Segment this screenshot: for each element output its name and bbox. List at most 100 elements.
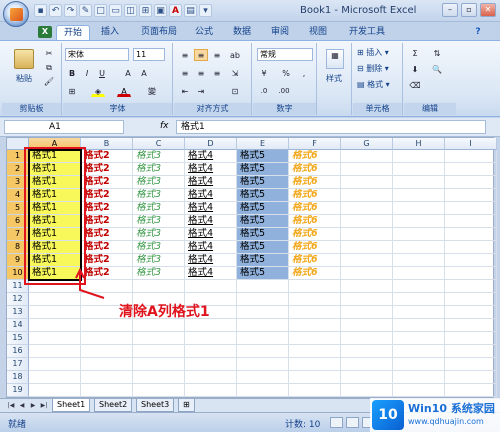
- align-center-icon[interactable]: ≡: [194, 67, 208, 79]
- first-sheet-icon[interactable]: |◀: [6, 401, 16, 410]
- cell-g2[interactable]: [341, 163, 393, 176]
- increase-indent-icon[interactable]: ⇥: [194, 85, 208, 97]
- cell-d9[interactable]: 格式4: [185, 254, 237, 267]
- cell-f6[interactable]: 格式6: [289, 215, 341, 228]
- cell-i17[interactable]: [445, 358, 497, 371]
- align-left-icon[interactable]: ≡: [178, 67, 192, 79]
- cell-g10[interactable]: [341, 267, 393, 280]
- autosum-icon[interactable]: Σ: [408, 47, 422, 59]
- cell-b18[interactable]: [81, 371, 133, 384]
- cell-c18[interactable]: [133, 371, 185, 384]
- cell-d7[interactable]: 格式4: [185, 228, 237, 241]
- sheet-tab-1[interactable]: Sheet1: [52, 399, 91, 412]
- cell-a18[interactable]: [29, 371, 81, 384]
- page-layout-view-icon[interactable]: [346, 417, 359, 428]
- paste-icon[interactable]: [14, 49, 34, 69]
- formula-input[interactable]: 格式1: [176, 120, 486, 134]
- row-header-17[interactable]: 17: [7, 358, 29, 371]
- cell-e17[interactable]: [237, 358, 289, 371]
- cell-c10[interactable]: 格式3: [133, 267, 185, 280]
- row-header-13[interactable]: 13: [7, 306, 29, 319]
- cell-d4[interactable]: 格式4: [185, 189, 237, 202]
- cell-i13[interactable]: [445, 306, 497, 319]
- cell-c4[interactable]: 格式3: [133, 189, 185, 202]
- cell-d2[interactable]: 格式4: [185, 163, 237, 176]
- column-header-h[interactable]: H: [393, 138, 445, 150]
- row-header-18[interactable]: 18: [7, 371, 29, 384]
- column-header-f[interactable]: F: [289, 138, 341, 150]
- cell-g3[interactable]: [341, 176, 393, 189]
- row-header-19[interactable]: 19: [7, 384, 29, 397]
- cell-b15[interactable]: [81, 332, 133, 345]
- tab-data[interactable]: 数据: [228, 25, 256, 41]
- bold-icon[interactable]: B: [65, 67, 79, 79]
- cell-g9[interactable]: [341, 254, 393, 267]
- cell-f15[interactable]: [289, 332, 341, 345]
- find-icon[interactable]: 🔍: [430, 63, 444, 75]
- close-button[interactable]: ✕: [480, 3, 496, 17]
- cell-g15[interactable]: [341, 332, 393, 345]
- cell-e12[interactable]: [237, 293, 289, 306]
- cell-g19[interactable]: [341, 384, 393, 397]
- next-sheet-icon[interactable]: ▶: [28, 401, 38, 410]
- cell-i1[interactable]: [445, 150, 497, 163]
- cell-b19[interactable]: [81, 384, 133, 397]
- cell-e5[interactable]: 格式5: [237, 202, 289, 215]
- cell-h18[interactable]: [393, 371, 445, 384]
- customize-qat-icon[interactable]: ▾: [199, 4, 212, 17]
- cell-h19[interactable]: [393, 384, 445, 397]
- phonetic-icon[interactable]: 變: [145, 85, 159, 97]
- cell-c15[interactable]: [133, 332, 185, 345]
- column-header-d[interactable]: D: [185, 138, 237, 150]
- align-top-icon[interactable]: ≡: [178, 49, 192, 61]
- cell-d5[interactable]: 格式4: [185, 202, 237, 215]
- cell-i15[interactable]: [445, 332, 497, 345]
- row-header-12[interactable]: 12: [7, 293, 29, 306]
- currency-icon[interactable]: ¥: [257, 67, 271, 79]
- last-sheet-icon[interactable]: ▶|: [39, 401, 49, 410]
- cell-d17[interactable]: [185, 358, 237, 371]
- draw-icon[interactable]: ✎: [79, 4, 92, 17]
- cell-i4[interactable]: [445, 189, 497, 202]
- cell-f11[interactable]: [289, 280, 341, 293]
- cell-e1[interactable]: 格式5: [237, 150, 289, 163]
- underline-icon[interactable]: U: [95, 67, 109, 79]
- tab-insert[interactable]: 插入: [96, 25, 124, 41]
- cell-c8[interactable]: 格式3: [133, 241, 185, 254]
- cell-e10[interactable]: 格式5: [237, 267, 289, 280]
- cell-h16[interactable]: [393, 345, 445, 358]
- cell-f16[interactable]: [289, 345, 341, 358]
- cell-i6[interactable]: [445, 215, 497, 228]
- row-header-15[interactable]: 15: [7, 332, 29, 345]
- cell-i19[interactable]: [445, 384, 497, 397]
- cell-i9[interactable]: [445, 254, 497, 267]
- cell-c1[interactable]: 格式3: [133, 150, 185, 163]
- shape-icon[interactable]: □: [94, 4, 107, 17]
- cell-a13[interactable]: [29, 306, 81, 319]
- cut-icon[interactable]: ✂: [42, 47, 56, 59]
- fill-icon[interactable]: ⬇: [408, 63, 422, 75]
- normal-view-icon[interactable]: [330, 417, 343, 428]
- row-header-14[interactable]: 14: [7, 319, 29, 332]
- cell-h4[interactable]: [393, 189, 445, 202]
- percent-icon[interactable]: %: [279, 67, 293, 79]
- shrink-font-icon[interactable]: A: [137, 67, 151, 79]
- cell-c6[interactable]: 格式3: [133, 215, 185, 228]
- cell-i7[interactable]: [445, 228, 497, 241]
- cell-i16[interactable]: [445, 345, 497, 358]
- cell-h9[interactable]: [393, 254, 445, 267]
- column-header-c[interactable]: C: [133, 138, 185, 150]
- paste-button[interactable]: 粘贴: [16, 73, 32, 85]
- cell-f18[interactable]: [289, 371, 341, 384]
- cell-h5[interactable]: [393, 202, 445, 215]
- cell-d19[interactable]: [185, 384, 237, 397]
- cell-f14[interactable]: [289, 319, 341, 332]
- cell-c16[interactable]: [133, 345, 185, 358]
- cell-f17[interactable]: [289, 358, 341, 371]
- cell-i18[interactable]: [445, 371, 497, 384]
- cell-f13[interactable]: [289, 306, 341, 319]
- decrease-indent-icon[interactable]: ⇤: [178, 85, 192, 97]
- cell-h12[interactable]: [393, 293, 445, 306]
- column-header-e[interactable]: E: [237, 138, 289, 150]
- cell-b8[interactable]: 格式2: [81, 241, 133, 254]
